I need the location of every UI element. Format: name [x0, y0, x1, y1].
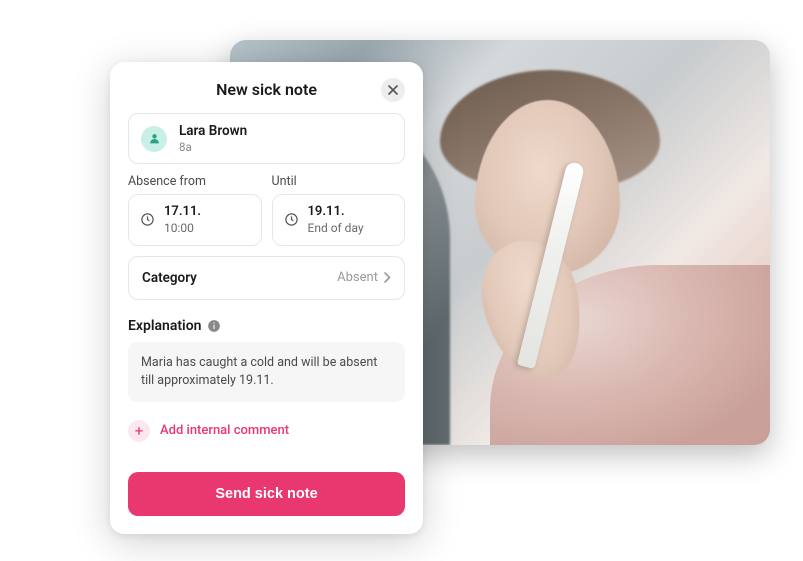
add-comment-label: Add internal comment [160, 423, 289, 438]
person-info: Lara Brown 8a [179, 123, 247, 154]
chevron-right-icon [384, 272, 391, 283]
person-class: 8a [179, 140, 247, 154]
explanation-label: Explanation [128, 318, 201, 334]
clock-icon [284, 212, 299, 227]
category-value: Absent [337, 270, 378, 285]
send-sick-note-button[interactable]: Send sick note [128, 472, 405, 516]
category-label: Category [142, 270, 197, 286]
absence-from-date: 17.11. [164, 204, 201, 220]
sick-note-dialog: New sick note Lara Brown 8a Absence from… [110, 62, 423, 534]
add-internal-comment-button[interactable]: + Add internal comment [128, 418, 405, 444]
dialog-title: New sick note [216, 80, 317, 99]
category-right: Absent [337, 270, 391, 285]
absence-until-col: Until 19.11. End of day [272, 174, 406, 245]
absence-from-col: Absence from 17.11. 10:00 [128, 174, 262, 245]
absence-until-label: Until [272, 174, 406, 189]
person-icon [148, 132, 161, 145]
absence-from-picker[interactable]: 17.11. 10:00 [128, 194, 262, 245]
plus-icon: + [128, 420, 150, 442]
absence-from-values: 17.11. 10:00 [164, 204, 201, 235]
close-icon [388, 85, 398, 95]
date-range-row: Absence from 17.11. 10:00 Until 19.11. E… [128, 174, 405, 245]
absence-until-values: 19.11. End of day [308, 204, 364, 235]
dialog-header: New sick note [128, 80, 405, 99]
absence-from-time: 10:00 [164, 221, 201, 236]
avatar [141, 126, 167, 152]
person-selector[interactable]: Lara Brown 8a [128, 113, 405, 164]
absence-until-time: End of day [308, 221, 364, 236]
absence-from-label: Absence from [128, 174, 262, 189]
category-selector[interactable]: Category Absent [128, 256, 405, 300]
info-icon [207, 319, 221, 333]
absence-until-picker[interactable]: 19.11. End of day [272, 194, 406, 245]
clock-icon [140, 212, 155, 227]
explanation-header: Explanation [128, 318, 405, 334]
absence-until-date: 19.11. [308, 204, 364, 220]
close-button[interactable] [381, 78, 405, 102]
explanation-input[interactable]: Maria has caught a cold and will be abse… [128, 342, 405, 402]
person-name: Lara Brown [179, 123, 247, 140]
